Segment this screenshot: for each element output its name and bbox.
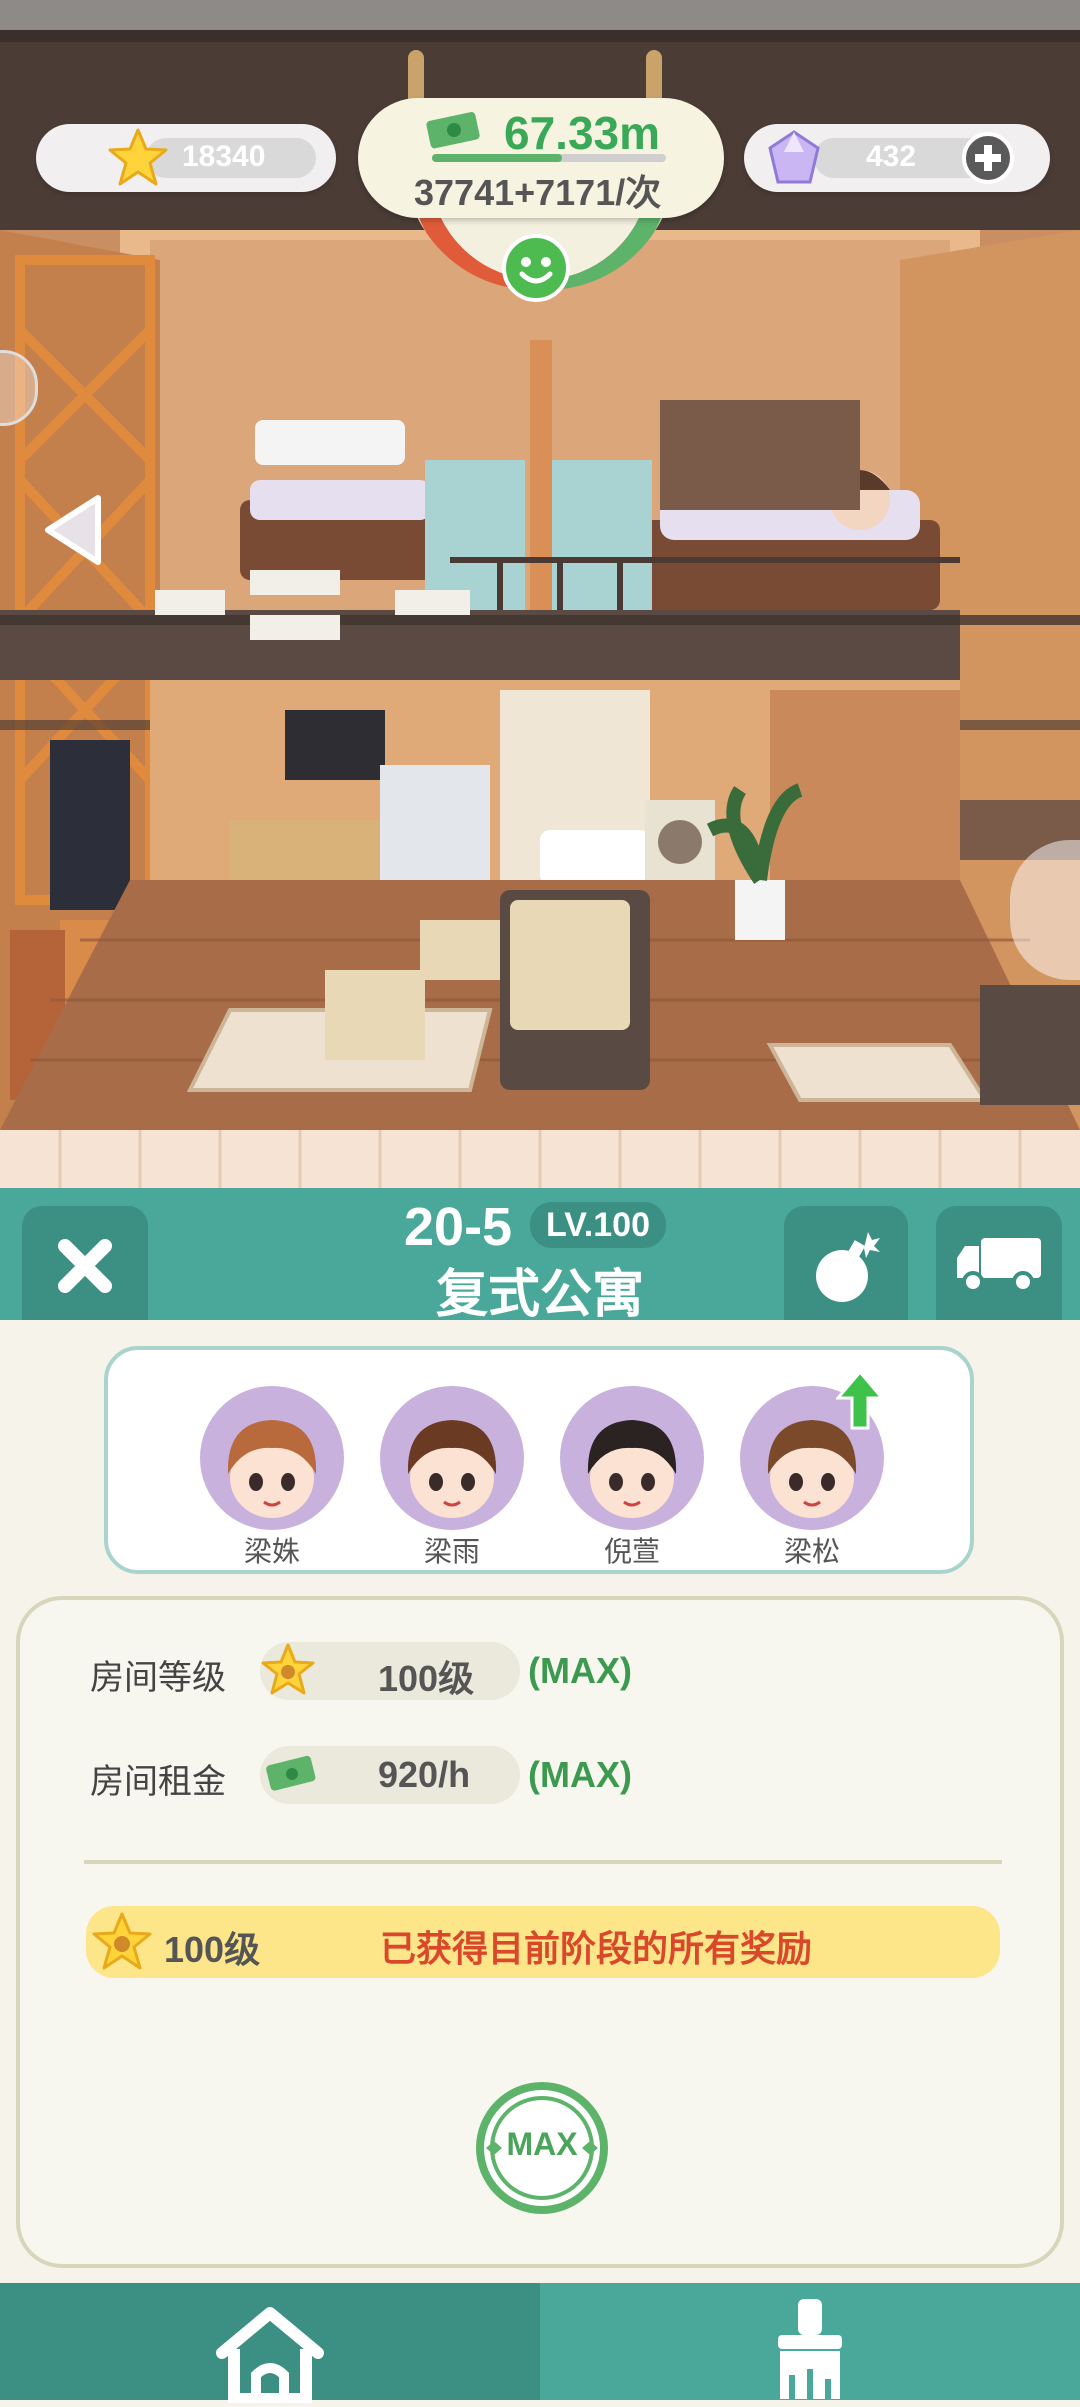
truck-button[interactable]: [936, 1206, 1062, 1320]
room-rent-max: (MAX): [528, 1754, 632, 1795]
cash-icon: [264, 1752, 320, 1796]
bomb-button[interactable]: [784, 1206, 908, 1320]
reward-message: 已获得目前阶段的所有奖励: [380, 1929, 813, 1970]
paint-brush-icon: [770, 2299, 850, 2399]
tenant-name: 梁雨: [423, 1535, 480, 1568]
reward-level: 100级: [164, 1929, 261, 1970]
room-code-text: 20-5: [404, 1197, 513, 1257]
star-icon: [260, 1642, 316, 1698]
left-arrow-icon[interactable]: [40, 490, 110, 570]
tenant-avatar[interactable]: [200, 1386, 344, 1530]
income-value: 37741+7171/次: [414, 172, 662, 213]
tenant-avatar[interactable]: [380, 1386, 524, 1530]
room-level-max: (MAX): [528, 1650, 632, 1691]
gems-counter: 432: [744, 124, 1050, 192]
level-badge: LV.100: [530, 1202, 666, 1248]
room-code: 20-5: [404, 1196, 512, 1258]
smiley-icon: [502, 234, 570, 302]
tenant-avatar[interactable]: [560, 1386, 704, 1530]
plus-icon[interactable]: [962, 132, 1014, 184]
room-header: 20-5 LV.100 复式公寓: [0, 1188, 1080, 1325]
reward-status-bar: 100级 已获得目前阶段的所有奖励: [86, 1906, 1000, 1978]
room-rent-value: 920/h: [378, 1754, 471, 1795]
stars-value: 18340: [182, 140, 266, 173]
room-level-value: 100级: [378, 1658, 475, 1699]
divider: [84, 1860, 1002, 1864]
gems-value: 432: [866, 140, 917, 173]
room-name: 复式公寓: [435, 1265, 644, 1325]
gem-icon: [764, 128, 824, 188]
tenant-name: 倪萱: [603, 1535, 660, 1568]
money-value: 67.33m: [504, 107, 661, 159]
money-panel: 67.33m 37741+7171/次: [358, 98, 724, 218]
tenant-list: 梁姝 梁雨 倪萱 梁松: [104, 1346, 974, 1574]
star-icon: [106, 126, 170, 190]
close-icon: [55, 1236, 115, 1296]
cash-icon: [424, 108, 484, 152]
max-badge-text: MAX: [506, 2126, 578, 2162]
tenant-name: 梁姝: [243, 1535, 300, 1568]
room-info-card: 房间等级 100级 (MAX) 房间租金 920/h (MAX) 100级 已获…: [16, 1596, 1064, 2268]
upgrade-arrow-icon: [834, 1369, 886, 1430]
nav-home[interactable]: [0, 2283, 540, 2405]
room-rent-label: 房间租金: [90, 1762, 226, 1802]
star-icon: [90, 1910, 154, 1974]
close-button[interactable]: [22, 1206, 148, 1320]
home-icon: [210, 2303, 330, 2405]
nav-decorate[interactable]: [540, 2283, 1080, 2400]
max-badge: MAX: [472, 2078, 612, 2218]
bomb-icon: [812, 1228, 882, 1304]
room-level-label: 房间等级: [90, 1658, 226, 1698]
stars-counter: 18340: [36, 124, 336, 192]
tenant-name: 梁松: [783, 1535, 840, 1568]
truck-icon: [953, 1234, 1045, 1294]
